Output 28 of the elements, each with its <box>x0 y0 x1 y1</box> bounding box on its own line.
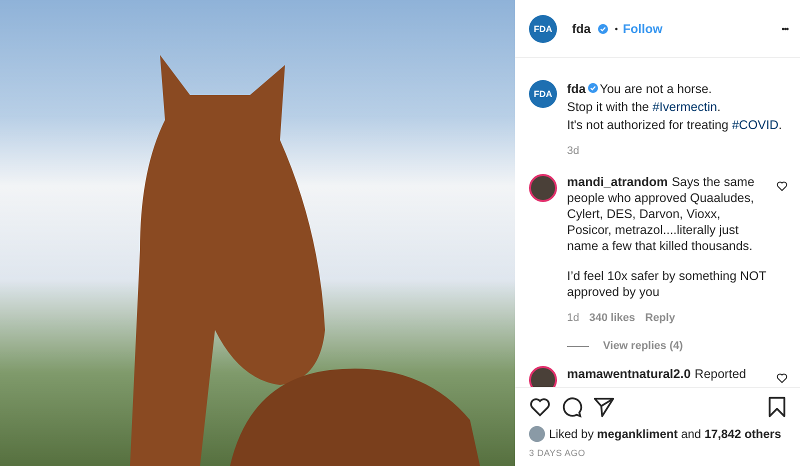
caption-text: It's not authorized for treating <box>567 118 730 132</box>
caption-text: You are not a horse. <box>600 82 712 96</box>
separator-dot: • <box>614 24 618 34</box>
heart-icon[interactable] <box>776 180 788 192</box>
comment-text: mandi_atrandom Says the same people who approved Quaaludes, Cylert, DES, Darvon, Vioxx, Posicor, metrazol....literally just name a few that killed thousands. <box>567 174 756 254</box>
comment-icon[interactable] <box>561 396 583 418</box>
caption-text: Stop it with the <box>567 100 650 114</box>
comment-text: mamawentnatural2.0 Reported <box>567 366 748 382</box>
heart-icon[interactable] <box>529 396 551 418</box>
comment-time: 1d <box>567 311 580 326</box>
avatar-logo[interactable]: FDA <box>529 80 557 108</box>
comment-text: I’d feel 10x safer by something NOT approved by you <box>567 268 767 300</box>
avatar-photo-placeholder[interactable] <box>529 366 557 387</box>
username[interactable]: fda <box>572 22 591 36</box>
caption-text: . <box>717 100 721 114</box>
username[interactable]: fda <box>567 82 586 96</box>
avatar-logo[interactable]: FDA <box>529 14 557 42</box>
send-icon[interactable] <box>593 396 615 418</box>
bookmark-icon[interactable] <box>766 396 788 418</box>
more-options-button[interactable]: ••• <box>782 24 788 34</box>
heart-icon[interactable] <box>776 372 788 384</box>
hashtag-link[interactable]: #Ivermectin <box>652 100 718 114</box>
avatar-photo-placeholder[interactable] <box>529 174 557 202</box>
hashtag-link[interactable]: #COVID <box>732 118 779 132</box>
likes-summary[interactable]: Liked by megankliment and 17,842 others <box>549 427 782 441</box>
caption-text: . <box>778 118 782 132</box>
post-time: 3d <box>567 144 580 159</box>
post-date: 3 DAYS AGO <box>528 447 586 460</box>
